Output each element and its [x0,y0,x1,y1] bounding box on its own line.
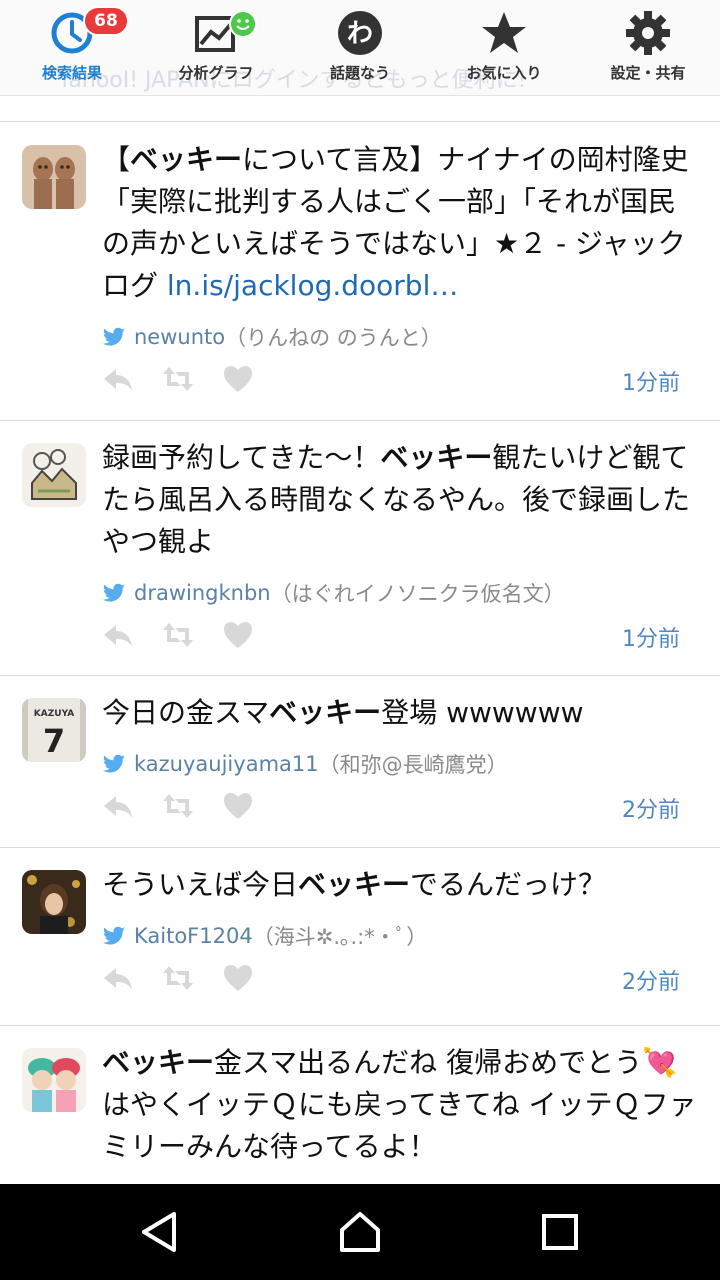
reply-icon[interactable] [102,363,134,395]
tweet-item[interactable]: 録画予約してきた～！ベッキー観たいけど観てたら風呂入る時間なくなるやん。後で録画… [0,421,720,676]
gear-icon [621,8,675,58]
retweet-icon[interactable] [162,363,194,395]
tweet-author[interactable]: kazuyaujiyama11 （和弥@長崎鷹党） [102,748,702,780]
svg-text:わ: わ [347,19,373,49]
tab-label: 話題なう [329,64,390,82]
keyword-highlight: ベッキー [130,143,243,176]
tab-label: 分析グラフ [178,64,254,82]
clock-icon: 68 [45,6,129,58]
chart-icon [189,8,257,58]
twitter-bird-icon [103,926,125,945]
retweet-icon[interactable] [162,962,194,994]
tweet-text: 録画予約してきた～！ベッキー観たいけど観てたら風呂入る時間なくなるやん。後で録画… [102,441,691,558]
reply-icon[interactable] [102,962,134,994]
avatar[interactable] [22,443,86,507]
wa-icon: わ [333,8,387,58]
user-handle: drawingknbn [134,581,271,605]
tweet-author[interactable]: KaitoF1204 （海斗✲.｡.:*・ﾟ） [102,920,702,952]
top-tab-bar: YahooI! JAPANにログインするともっと便利に! 68 検索結果 分析グ… [0,0,720,96]
svg-text:7: 7 [43,722,65,760]
timestamp: 1分前 [622,371,680,396]
svg-text:KAZUYA: KAZUYA [34,709,74,719]
keyword-highlight: ベッキー [102,1046,215,1079]
notification-badge: 68 [83,6,129,36]
system-nav-bar [0,1184,720,1280]
timestamp: 1分前 [622,627,680,652]
user-handle: newunto [134,325,226,349]
user-display-name: （はぐれイノソニクラ仮名文） [270,582,565,606]
tab-trending-now[interactable]: わ 話題なう [288,8,432,94]
retweet-icon[interactable] [162,790,194,822]
tweet-text: そういえば今日ベッキーでるんだっけ？ [102,868,607,901]
tweet-item[interactable]: KAZUYA 7 今日の金スマベッキー登場 wwwwww kazuyaujiya… [0,676,720,848]
back-icon[interactable] [136,1208,184,1256]
tweet-author[interactable]: drawingknbn （はぐれイノソニクラ仮名文） [102,577,702,609]
like-icon[interactable] [222,619,254,651]
tab-settings-share[interactable]: 設定・共有 [576,8,720,94]
user-handle: KaitoF1204 [134,924,253,948]
twitter-bird-icon [103,327,125,346]
user-handle: kazuyaujiyama11 [134,752,319,776]
user-display-name: （和弥@長崎鷹党） [318,753,508,777]
smile-icon [229,10,257,38]
like-icon[interactable] [222,790,254,822]
tweet-author[interactable]: newunto （りんねの のうんと） [102,321,702,353]
header-spacer [0,96,720,122]
twitter-bird-icon [103,754,125,773]
reply-icon[interactable] [102,790,134,822]
tab-analysis-graph[interactable]: 分析グラフ [144,8,288,94]
reply-icon[interactable] [102,619,134,651]
twitter-bird-icon [103,583,125,602]
tweet-item[interactable]: 【ベッキーについて言及】ナイナイの岡村隆史「実際に批判する人はごく一部」「それが… [0,123,720,421]
tweet-link[interactable]: ln.is/jacklog.doorbl… [167,269,458,302]
tab-label: 設定・共有 [610,64,686,82]
timestamp: 2分前 [622,798,680,823]
user-display-name: （海斗✲.｡.:*・ﾟ） [252,925,428,949]
tweet-actions: 1分前 [102,609,702,667]
tab-label: お気に入り [466,64,542,82]
tab-search-results[interactable]: 68 検索結果 [0,6,144,94]
retweet-icon[interactable] [162,619,194,651]
avatar[interactable] [22,145,86,209]
tweet-actions: 2分前 [102,952,702,1010]
keyword-highlight: ベッキー [380,441,493,474]
star-icon [477,8,531,58]
like-icon[interactable] [222,363,254,395]
keyword-highlight: ベッキー [269,696,382,729]
tweet-text: 今日の金スマベッキー登場 wwwwww [102,696,584,729]
tab-favorites[interactable]: お気に入り [432,8,576,94]
keyword-highlight: ベッキー [298,868,411,901]
avatar[interactable]: KAZUYA 7 [22,698,86,762]
avatar[interactable] [22,870,86,934]
like-icon[interactable] [222,962,254,994]
user-display-name: （りんねの のうんと） [225,326,442,350]
tweet-actions: 2分前 [102,780,702,838]
tweet-feed[interactable]: 【ベッキーについて言及】ナイナイの岡村隆史「実際に批判する人はごく一部」「それが… [0,123,720,1226]
tab-label: 検索結果 [41,64,102,82]
tweet-item[interactable]: そういえば今日ベッキーでるんだっけ？ KaitoF1204 （海斗✲.｡.:*・ﾟ… [0,848,720,1026]
recent-apps-icon[interactable] [536,1208,584,1256]
tweet-text: ベッキー金スマ出るんだね 復帰おめでとう💘 はやくイッテＱにも戻ってきてね イッ… [102,1046,697,1163]
timestamp: 2分前 [622,970,680,995]
tweet-text: 【ベッキーについて言及】ナイナイの岡村隆史「実際に批判する人はごく一部」「それが… [102,143,689,302]
avatar[interactable] [22,1048,86,1112]
home-icon[interactable] [336,1208,384,1256]
tweet-actions: 1分前 [102,353,702,411]
